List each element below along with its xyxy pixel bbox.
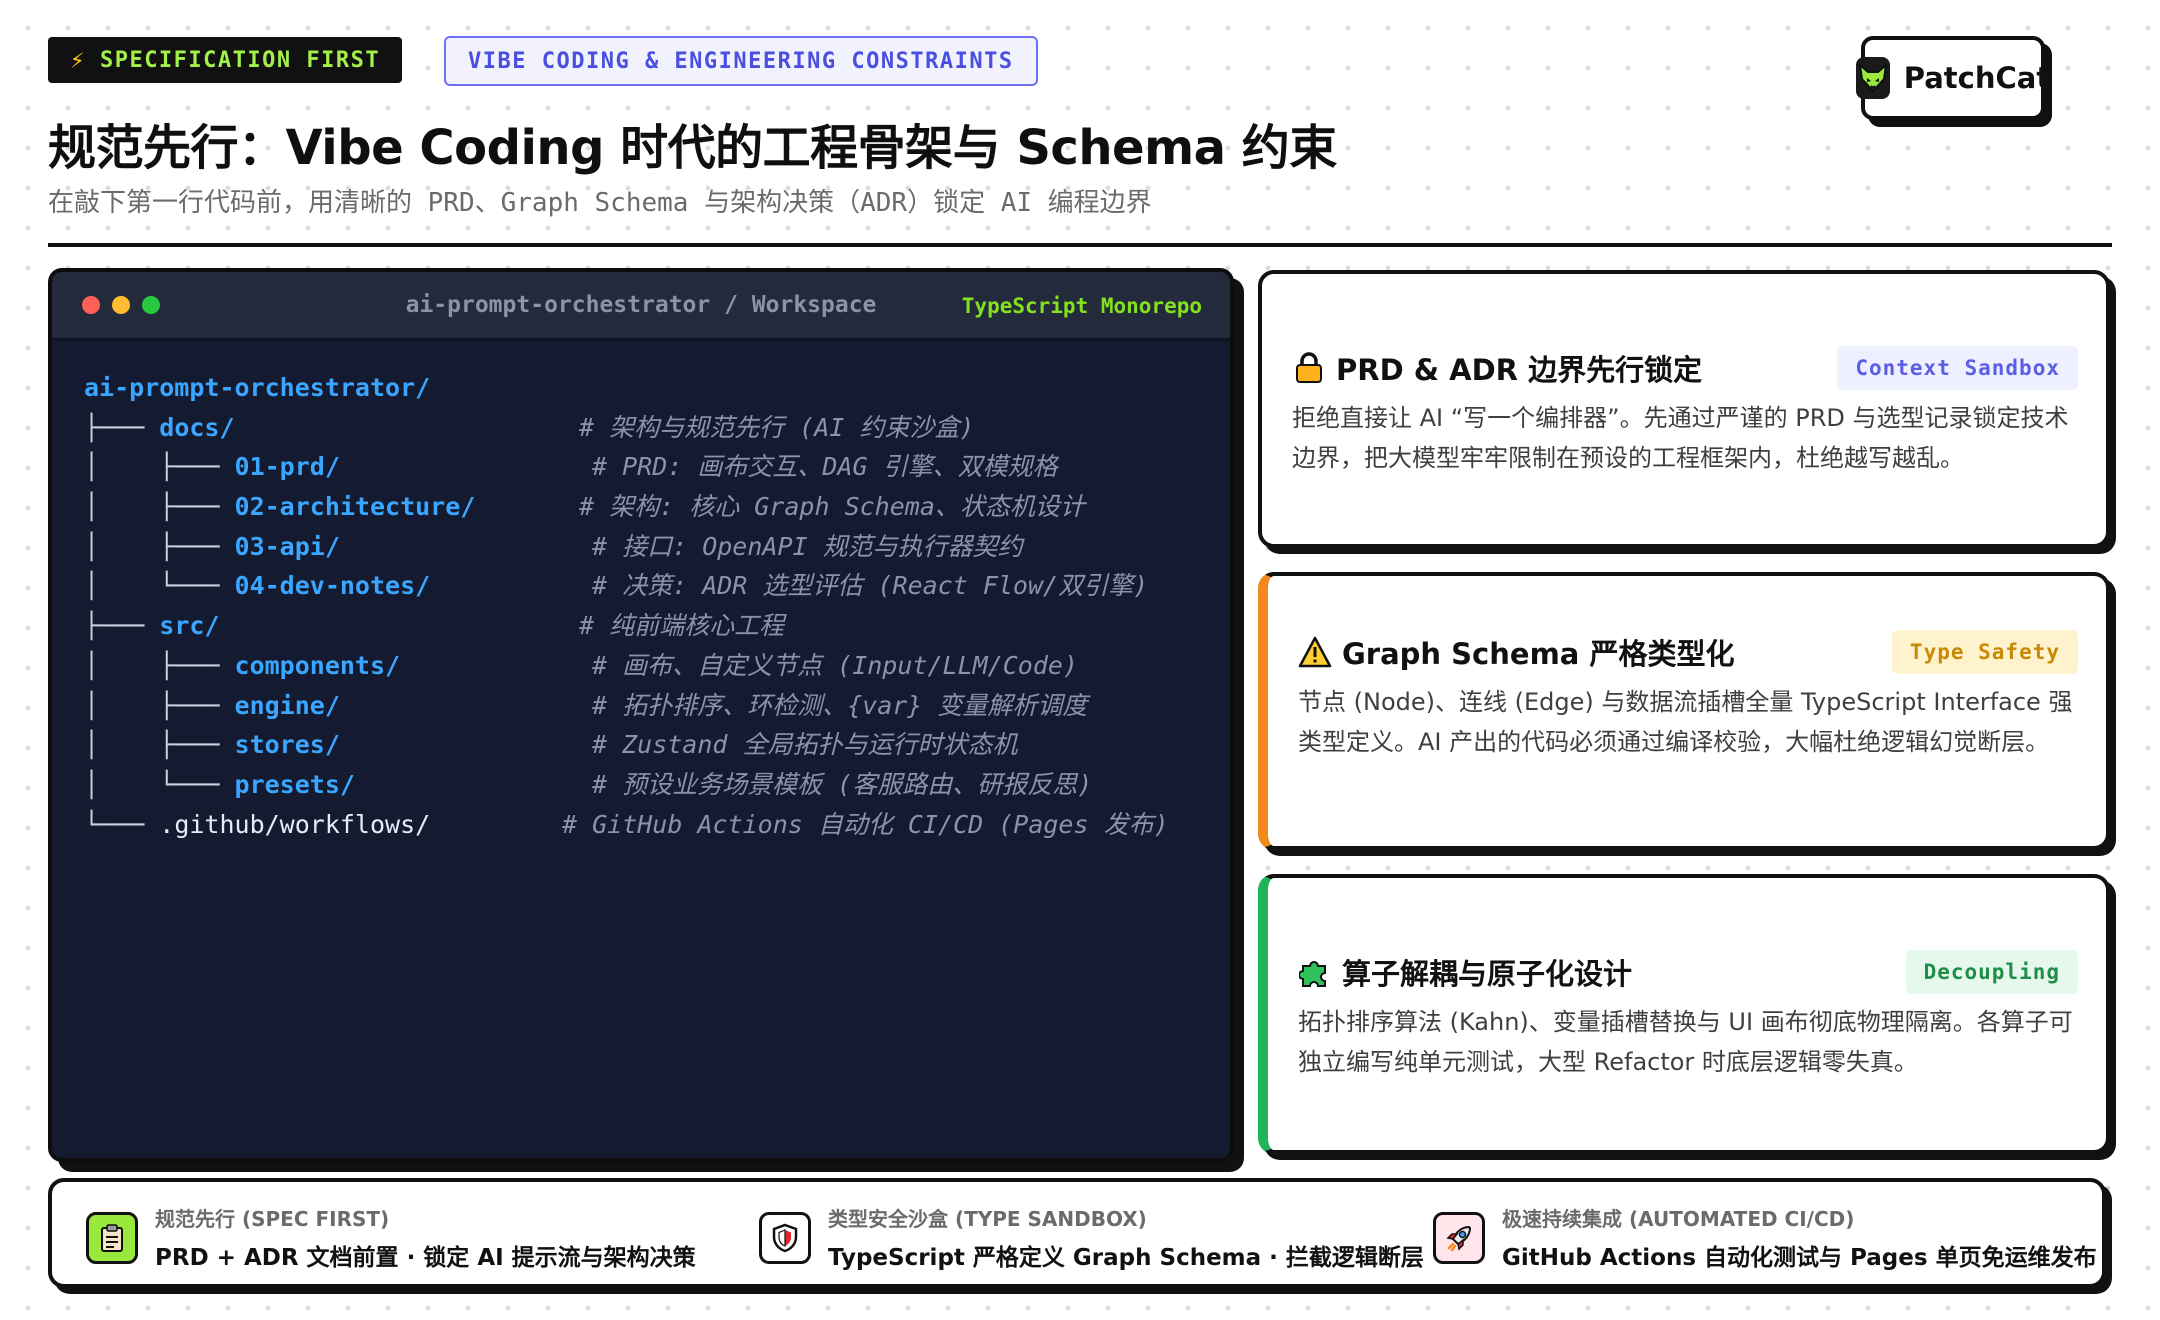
card-title: Graph Schema 严格类型化 — [1342, 637, 1735, 671]
tag-secondary-label: VIBE CODING & ENGINEERING CONSTRAINTS — [468, 48, 1014, 74]
brand-badge[interactable]: PatchCat — [1855, 36, 2050, 120]
tag-vibe-coding: VIBE CODING & ENGINEERING CONSTRAINTS — [444, 36, 1038, 86]
terminal-title-bar: ai-prompt-orchestrator / Workspace TypeS… — [52, 272, 1230, 341]
card-body: 节点 (Node)、连线 (Edge) 与数据流插槽全量 TypeScript … — [1298, 688, 2073, 756]
tree-row[interactable]: ├─── docs/# 架构与规范先行 (AI 约束沙盒) — [84, 408, 1184, 448]
card-body: 拒绝直接让 AI “写一个编排器”。先通过严谨的 PRD 与选型记录锁定技术边界… — [1292, 404, 2069, 472]
feature-label: 规范先行 (SPEC FIRST) — [155, 1207, 390, 1231]
rocket-icon — [1433, 1211, 1485, 1264]
card-title: 算子解耦与原子化设计 — [1342, 957, 1633, 991]
lock-icon — [1292, 351, 1326, 385]
tree-row[interactable]: │ ├─── stores/# Zustand 全局拓扑与运行时状态机 — [84, 725, 1184, 765]
tree-row[interactable]: │ └─── presets/# 预设业务场景模板 (客服路由、研报反思) — [84, 765, 1184, 805]
warning-icon — [1298, 635, 1332, 669]
tree-row[interactable]: │ ├─── 03-api/# 接口: OpenAPI 规范与执行器契约 — [84, 527, 1184, 567]
card-body: 拓扑排序算法 (Kahn)、变量插槽替换与 UI 画布彻底物理隔离。各算子可独立… — [1298, 1008, 2073, 1076]
tree-row[interactable]: │ ├─── engine/# 拓扑排序、环检测、{var} 变量解析调度 — [84, 686, 1184, 726]
badge-decoupling: Decoupling — [1905, 950, 2078, 994]
tree-row[interactable]: │ ├─── 02-architecture/# 架构: 核心 Graph Sc… — [84, 487, 1184, 527]
tree-row[interactable]: │ ├─── components/# 画布、自定义节点 (Input/LLM/… — [84, 646, 1184, 686]
feature-desc: PRD + ADR 文档前置 · 锁定 AI 提示流与架构决策 — [155, 1245, 696, 1271]
feature-label: 类型安全沙盒 (TYPE SANDBOX) — [828, 1207, 1147, 1231]
badge-context-sandbox: Context Sandbox — [1837, 346, 2078, 390]
card-graph-schema: Graph Schema 严格类型化 Type Safety 节点 (Node)… — [1258, 572, 2110, 850]
feature-ci-cd: 极速持续集成 (AUTOMATED CI/CD) GitHub Actions … — [1433, 1203, 2097, 1272]
puzzle-icon — [1298, 955, 1332, 989]
badge-type-safety: Type Safety — [1891, 630, 2078, 674]
tag-primary-label: SPECIFICATION FIRST — [99, 47, 381, 73]
shield-icon — [759, 1211, 811, 1264]
tree-row[interactable]: │ └─── 04-dev-notes/# 决策: ADR 选型评估 (Reac… — [84, 566, 1184, 606]
tag-specification-first: ⚡ SPECIFICATION FIRST — [48, 37, 403, 83]
page-title: 规范先行：Vibe Coding 时代的工程骨架与 Schema 约束 — [48, 120, 1337, 176]
page-subtitle: 在敲下第一行代码前，用清晰的 PRD、Graph Schema 与架构决策（AD… — [48, 188, 1152, 218]
clipboard-icon — [86, 1211, 138, 1264]
file-tree: ai-prompt-orchestrator/ ├─── docs/# 架构与规… — [84, 368, 1184, 844]
brand-name: PatchCat — [1903, 61, 2051, 95]
card-prd-adr: PRD & ADR 边界先行锁定 Context Sandbox 拒绝直接让 A… — [1258, 270, 2110, 548]
feature-spec-first: 规范先行 (SPEC FIRST) PRD + ADR 文档前置 · 锁定 AI… — [86, 1203, 696, 1272]
card-title: PRD & ADR 边界先行锁定 — [1336, 353, 1703, 387]
header-divider — [48, 243, 2112, 247]
tree-row[interactable]: └─── .github/workflows/# GitHub Actions … — [84, 805, 1184, 845]
tree-row[interactable]: ├─── src/# 纯前端核心工程 — [84, 606, 1184, 646]
card-decoupling: 算子解耦与原子化设计 Decoupling 拓扑排序算法 (Kahn)、变量插槽… — [1258, 874, 2110, 1154]
terminal-badge: TypeScript Monorepo — [961, 294, 1202, 318]
workspace-terminal: ai-prompt-orchestrator / Workspace TypeS… — [48, 268, 1234, 1162]
feature-desc: TypeScript 严格定义 Graph Schema · 拦截逻辑断层 — [828, 1245, 1424, 1271]
feature-type-sandbox: 类型安全沙盒 (TYPE SANDBOX) TypeScript 严格定义 Gr… — [759, 1203, 1424, 1272]
feature-summary-bar: 规范先行 (SPEC FIRST) PRD + ADR 文档前置 · 锁定 AI… — [48, 1178, 2106, 1288]
feature-label: 极速持续集成 (AUTOMATED CI/CD) — [1502, 1207, 1855, 1231]
tree-row[interactable]: │ ├─── 01-prd/# PRD: 画布交互、DAG 引擎、双模规格 — [84, 447, 1184, 487]
lightning-icon: ⚡ — [70, 46, 86, 74]
feature-desc: GitHub Actions 自动化测试与 Pages 单页免运维发布 — [1502, 1245, 2097, 1271]
fox-head-icon — [1855, 57, 1890, 99]
tree-row[interactable]: ai-prompt-orchestrator/ — [84, 368, 1184, 408]
